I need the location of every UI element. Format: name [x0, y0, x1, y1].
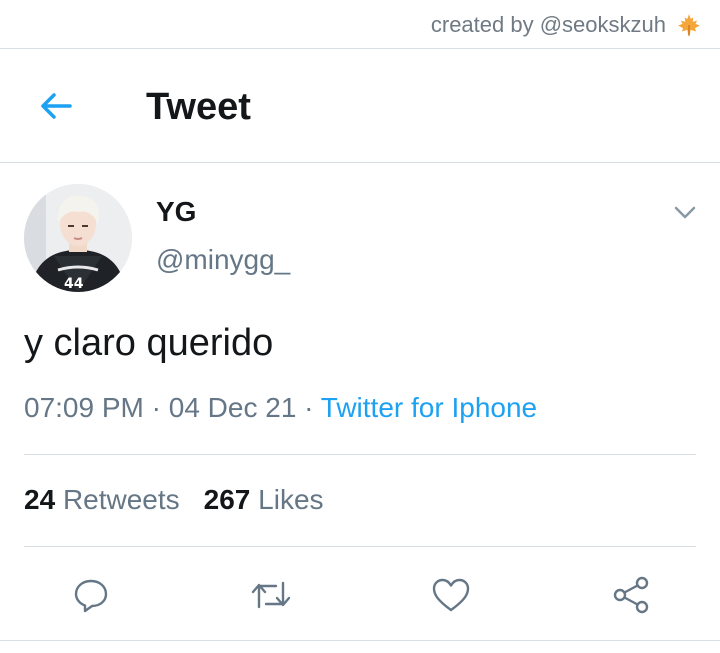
back-button[interactable] — [36, 88, 76, 124]
tweet-date: 04 Dec 21 — [168, 392, 297, 423]
tweet-menu-button[interactable] — [670, 198, 700, 228]
header-divider — [0, 162, 720, 163]
author-display-name[interactable]: YG — [156, 196, 196, 228]
share-icon — [613, 576, 649, 614]
likes-count: 267 — [203, 484, 251, 515]
retweets-stat[interactable]: 24 Retweets — [24, 484, 180, 515]
meta-separator: · — [151, 392, 161, 423]
like-icon — [432, 578, 470, 612]
retweet-icon — [251, 581, 291, 609]
bottom-divider — [0, 640, 720, 641]
avatar[interactable]: 44 — [24, 184, 132, 292]
retweets-label: Retweets — [62, 484, 180, 515]
tweet-stats: 24 Retweets 267 Likes — [24, 484, 324, 516]
tweet-header: Tweet — [0, 48, 720, 162]
chevron-down-icon — [674, 206, 696, 219]
meta-separator: · — [304, 392, 314, 423]
author-handle[interactable]: @minygg_ — [156, 244, 290, 276]
stats-divider — [24, 546, 696, 547]
share-button[interactable] — [606, 570, 656, 620]
reply-button[interactable] — [66, 570, 116, 620]
page-title: Tweet — [146, 86, 251, 128]
svg-text:44: 44 — [64, 276, 84, 292]
tweet-time: 07:09 PM — [24, 392, 144, 423]
watermark-credit: created by @seokskzuh — [431, 12, 702, 38]
like-button[interactable] — [426, 570, 476, 620]
tweet-meta: 07:09 PM · 04 Dec 21 · Twitter for Iphon… — [24, 392, 537, 424]
avatar-image: 44 — [24, 184, 132, 292]
tweet-text: y claro querido — [24, 322, 274, 364]
likes-stat[interactable]: 267 Likes — [204, 484, 324, 515]
retweets-count: 24 — [24, 484, 56, 515]
meta-divider — [24, 454, 696, 455]
tweet-source-link[interactable]: Twitter for Iphone — [321, 392, 537, 423]
likes-label: Likes — [258, 484, 324, 515]
back-arrow-icon — [41, 93, 72, 119]
action-bar — [0, 570, 720, 620]
maple-leaf-icon — [678, 14, 700, 36]
retweet-button[interactable] — [246, 570, 296, 620]
reply-icon — [74, 579, 108, 613]
credit-text: created by @seokskzuh — [430, 12, 666, 37]
